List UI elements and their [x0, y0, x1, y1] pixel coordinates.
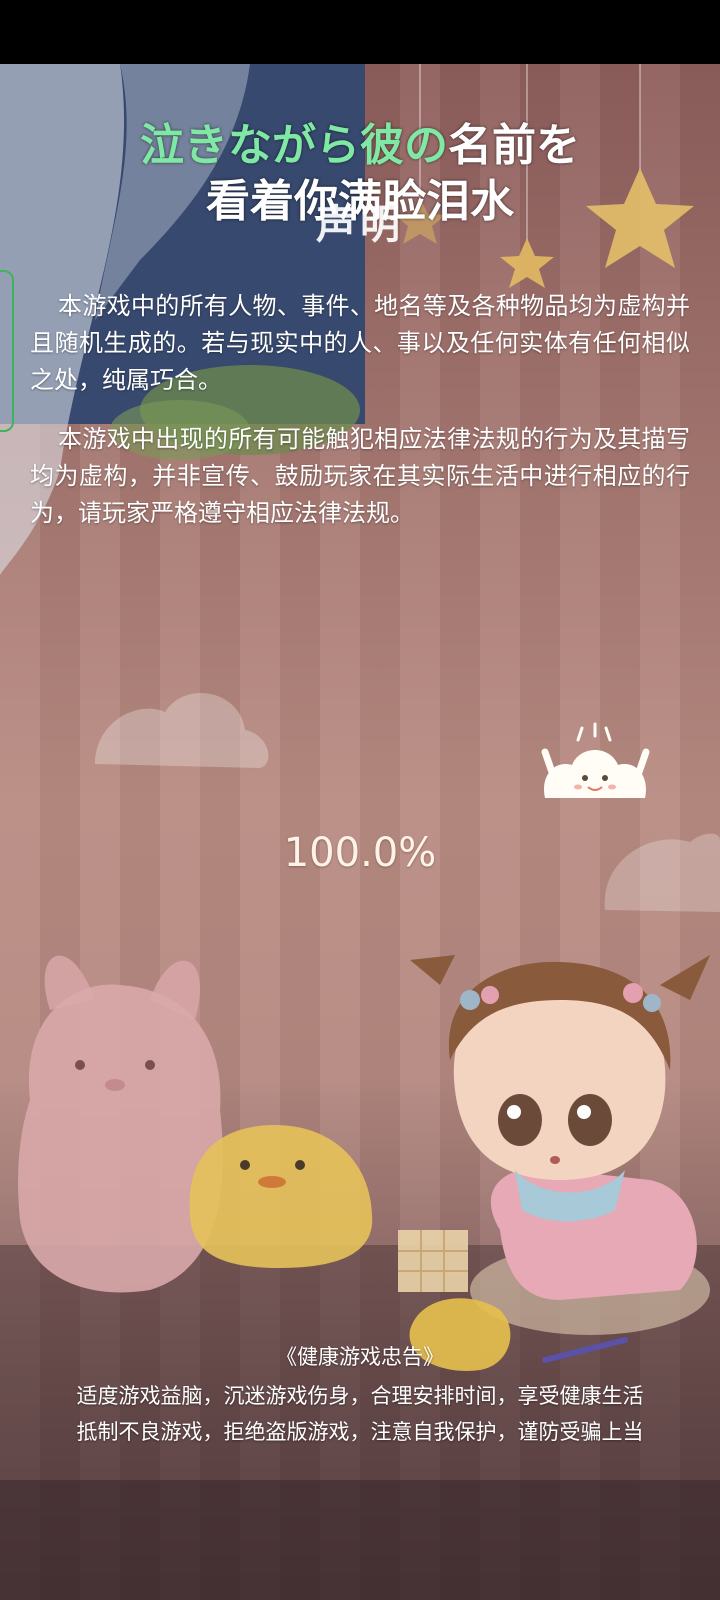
disclaimer-text: 本游戏中的所有人物、事件、地名等及各种物品均为虚构并且随机生成的。若与现实中的人… — [30, 288, 690, 554]
status-bar — [0, 0, 720, 64]
health-game-notice: 《健康游戏忠告》 适度游戏益脑，沉迷游戏伤身，合理安排时间，享受健康生活 抵制不… — [0, 1340, 720, 1450]
wall-cloud-left — [95, 692, 269, 768]
disclaimer-paragraph: 本游戏中出现的所有可能触犯相应法律法规的行为及其描写均为虚构，并非宣传、鼓励玩家… — [30, 425, 690, 527]
cloud-mascot-icon — [541, 722, 650, 798]
disclaimer-paragraph: 本游戏中的所有人物、事件、地名等及各种物品均为虚构并且随机生成的。若与现实中的人… — [30, 292, 690, 394]
disclaimer-heading: 声明 — [316, 202, 404, 248]
title-highlight-text: 泣きながら彼の — [140, 120, 448, 171]
loading-progress-text: 100.0% — [283, 830, 437, 876]
health-notice-title: 《健康游戏忠告》 — [276, 1345, 444, 1369]
title-rest-text: 名前を — [448, 120, 580, 171]
game-loading-screen: 泣きながら彼の名前を 看着你满脸泪水 声明 本游戏中的所有人物、事件、地名等及各… — [0, 0, 720, 1600]
side-tab-outline — [0, 270, 14, 432]
health-notice-line: 抵制不良游戏，拒绝盗版游戏，注意自我保护，谨防受骗上当 — [76, 1420, 644, 1444]
bunny-plush — [18, 955, 223, 1293]
title-line-1: 泣きながら彼の名前を — [0, 118, 720, 174]
chick-plush — [189, 1125, 373, 1268]
health-notice-line: 适度游戏益脑，沉迷游戏伤身，合理安排时间，享受健康生活 — [76, 1384, 644, 1408]
